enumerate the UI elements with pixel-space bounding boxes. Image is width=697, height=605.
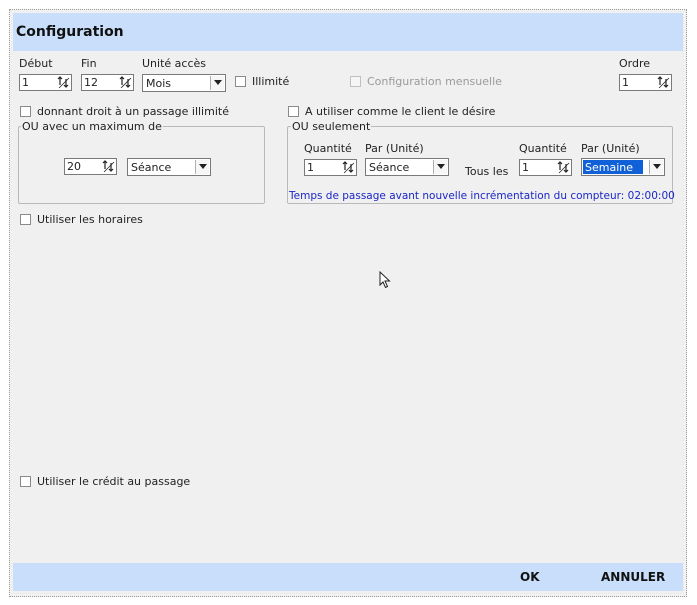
fin-spinner[interactable]: 12 — [81, 74, 134, 91]
title-bar: Configuration — [13, 13, 683, 51]
passage-illimite-checkbox[interactable] — [20, 106, 31, 117]
spin-arrows-icon[interactable] — [342, 161, 355, 174]
horaires-checkbox[interactable] — [20, 214, 31, 225]
passage-illimite-label: donnant droit à un passage illimité — [37, 105, 229, 118]
spin-arrows-icon[interactable] — [102, 160, 115, 173]
quantite-value-2: 1 — [522, 161, 529, 174]
chevron-down-icon[interactable] — [195, 160, 209, 174]
maximum-group-legend: OU avec un maximum de — [21, 120, 163, 133]
dialog-title: Configuration — [16, 24, 124, 40]
quantite-label-2: Quantité — [519, 142, 567, 155]
fin-value: 12 — [84, 76, 98, 89]
ok-button[interactable]: OK — [520, 570, 540, 584]
cancel-button[interactable]: ANNULER — [601, 570, 665, 584]
par-unite-value-2: Semaine — [583, 160, 643, 174]
unite-acces-select[interactable]: Mois — [142, 74, 226, 92]
maximum-spinner[interactable]: 20 — [64, 158, 117, 175]
utiliser-client-label: A utiliser comme le client le désire — [305, 105, 496, 118]
spin-arrows-icon[interactable] — [657, 76, 670, 89]
debut-value: 1 — [22, 76, 29, 89]
credit-passage-label: Utiliser le crédit au passage — [37, 475, 191, 488]
config-mensuelle-checkbox[interactable] — [350, 76, 361, 87]
illimite-checkbox[interactable] — [235, 76, 246, 87]
maximum-unit-value: Séance — [131, 161, 172, 174]
config-mensuelle-label: Configuration mensuelle — [367, 75, 502, 88]
ordre-spinner[interactable]: 1 — [619, 74, 672, 91]
debut-label: Début — [19, 57, 53, 70]
footer-bar: OK ANNULER — [13, 563, 683, 591]
utiliser-client-checkbox[interactable] — [288, 106, 299, 117]
temps-passage-info: Temps de passage avant nouvelle incrémen… — [289, 190, 675, 202]
horaires-label: Utiliser les horaires — [37, 213, 143, 226]
ordre-value: 1 — [622, 76, 629, 89]
par-unite-select-1[interactable]: Séance — [365, 158, 449, 176]
unite-acces-value: Mois — [146, 77, 172, 90]
quantite-value-1: 1 — [307, 161, 314, 174]
chevron-down-icon[interactable] — [210, 76, 224, 90]
maximum-value: 20 — [67, 160, 81, 173]
quantite-label-1: Quantité — [304, 142, 352, 155]
quantite-spinner-1[interactable]: 1 — [304, 159, 357, 176]
chevron-down-icon[interactable] — [433, 160, 447, 174]
spin-arrows-icon[interactable] — [119, 76, 132, 89]
maximum-unit-select[interactable]: Séance — [127, 158, 211, 176]
spin-arrows-icon[interactable] — [57, 76, 70, 89]
credit-passage-checkbox[interactable] — [20, 476, 31, 487]
par-unite-label-1: Par (Unité) — [365, 142, 424, 155]
configuration-dialog: Configuration Début Fin Unité accès Ordr… — [13, 13, 683, 593]
fin-label: Fin — [81, 57, 97, 70]
tous-les-label: Tous les — [465, 165, 509, 178]
chevron-down-icon[interactable] — [649, 160, 663, 174]
illimite-label: Illimité — [252, 75, 290, 88]
quantite-spinner-2[interactable]: 1 — [519, 159, 572, 176]
seulement-group-legend: OU seulement — [291, 120, 372, 133]
spin-arrows-icon[interactable] — [557, 161, 570, 174]
mouse-cursor-icon — [379, 270, 391, 292]
par-unite-label-2: Par (Unité) — [581, 142, 640, 155]
ordre-label: Ordre — [619, 57, 651, 70]
unite-acces-label: Unité accès — [142, 57, 206, 70]
par-unite-select-2[interactable]: Semaine — [581, 158, 665, 176]
debut-spinner[interactable]: 1 — [19, 74, 72, 91]
par-unite-value-1: Séance — [369, 161, 410, 174]
